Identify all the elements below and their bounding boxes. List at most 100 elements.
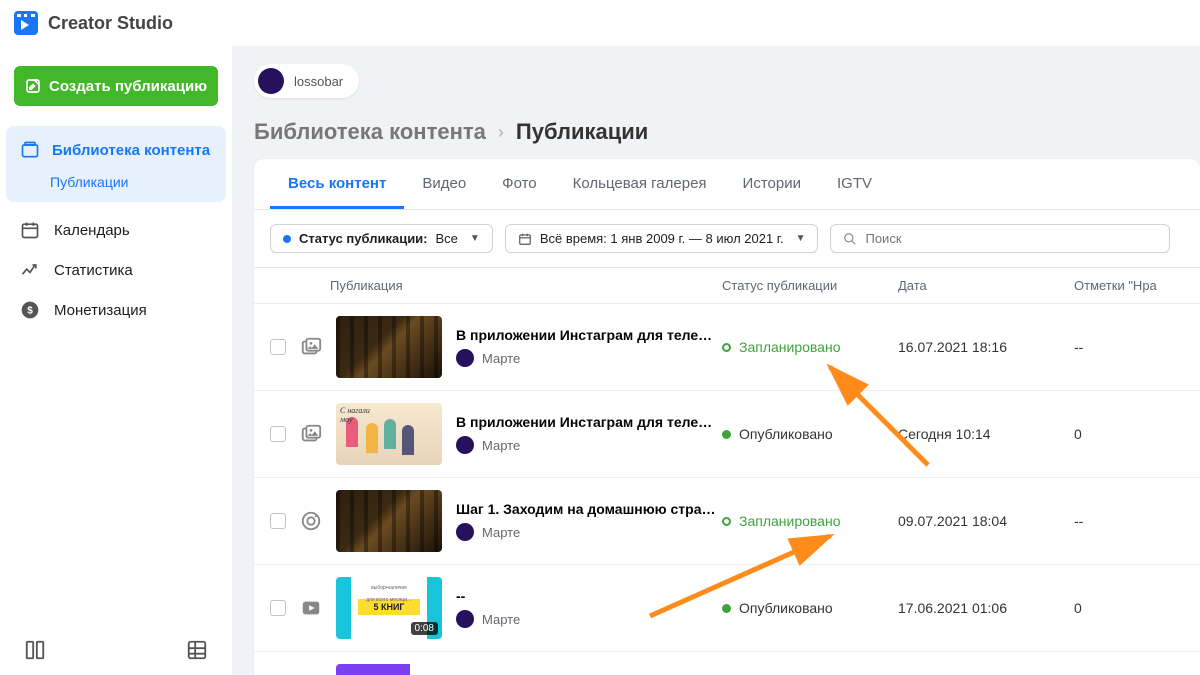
author-name: Марте (482, 351, 520, 366)
sidebar-item-library[interactable]: Библиотека контента Публикации (6, 126, 226, 202)
author-name: Марте (482, 612, 520, 627)
compose-icon (25, 78, 41, 94)
account-selector[interactable]: lossobar (254, 64, 359, 98)
table-row[interactable]: В приложении Инстаграм для телефона и… Ма… (254, 391, 1200, 478)
chevron-down-icon: ▼ (796, 233, 806, 244)
post-date: 17.06.2021 01:06 (898, 600, 1074, 616)
post-date: Сегодня 10:14 (898, 426, 1074, 442)
content-type-icon (300, 423, 322, 445)
post-likes: -- (1074, 339, 1184, 355)
col-likes[interactable]: Отметки "Нра (1074, 278, 1184, 293)
library-icon (20, 140, 40, 160)
tab-video[interactable]: Видео (404, 159, 484, 209)
sidebar-label-stats: Статистика (54, 262, 133, 279)
author-avatar (456, 349, 474, 367)
sidebar-label-monetization: Монетизация (54, 302, 147, 319)
author-name: Марте (482, 525, 520, 540)
status-dot-icon (722, 604, 731, 613)
status-dot-icon (283, 235, 291, 243)
tab-igtv[interactable]: IGTV (819, 159, 890, 209)
breadcrumb: Библиотека контента › Публикации (254, 119, 1200, 145)
monetization-icon: $ (20, 300, 40, 320)
calendar-small-icon (518, 232, 532, 246)
tab-photo[interactable]: Фото (484, 159, 554, 209)
thumbnail[interactable] (336, 664, 442, 675)
status-label: Опубликовано (739, 426, 833, 442)
status-label: Опубликовано (739, 600, 833, 616)
app-title: Creator Studio (48, 13, 173, 34)
svg-text:$: $ (27, 305, 33, 316)
post-title[interactable]: В приложении Инстаграм для телефона и… (456, 414, 722, 430)
sidebar-sub-publications[interactable]: Публикации (6, 170, 226, 192)
calendar-icon (20, 220, 40, 240)
post-date: 09.07.2021 18:04 (898, 513, 1074, 529)
author-avatar (456, 610, 474, 628)
status-dot-icon (722, 343, 731, 352)
table-row[interactable]: В приложении Инстаграм для телефона и… Ма… (254, 304, 1200, 391)
layout-toggle-icon[interactable] (24, 639, 46, 661)
filter-bar: Статус публикации: Все ▼ Всё время: 1 ян… (254, 210, 1200, 268)
author-name: Марте (482, 438, 520, 453)
chevron-down-icon: ▼ (470, 233, 480, 244)
crumb-publications: Публикации (516, 119, 648, 145)
sidebar-item-stats[interactable]: Статистика (0, 250, 232, 290)
stats-icon (20, 260, 40, 280)
create-post-label: Создать публикацию (49, 78, 207, 95)
col-publication[interactable]: Публикация (326, 278, 722, 293)
search-input[interactable] (865, 231, 1157, 246)
thumbnail[interactable] (336, 403, 442, 465)
table-header: Публикация Статус публикации Дата Отметк… (254, 268, 1200, 304)
sidebar: Создать публикацию Библиотека контента П… (0, 46, 232, 675)
row-checkbox[interactable] (270, 513, 286, 529)
thumbnail[interactable] (336, 490, 442, 552)
table-row[interactable]: 0:08 -- Марте Опубликовано 17.06.2021 01:060 (254, 565, 1200, 652)
post-likes: 0 (1074, 600, 1184, 616)
content-type-icon (300, 597, 322, 619)
content-type-icon (300, 510, 322, 532)
col-status[interactable]: Статус публикации (722, 278, 898, 293)
status-label: Запланировано (739, 339, 841, 355)
filter-status[interactable]: Статус публикации: Все ▼ (270, 224, 493, 253)
post-date: 16.07.2021 18:16 (898, 339, 1074, 355)
row-checkbox[interactable] (270, 600, 286, 616)
chevron-right-icon: › (498, 122, 504, 143)
row-checkbox[interactable] (270, 339, 286, 355)
status-dot-icon (722, 430, 731, 439)
crumb-library[interactable]: Библиотека контента (254, 119, 486, 145)
post-likes: 0 (1074, 426, 1184, 442)
top-bar: Creator Studio (0, 0, 1200, 46)
content-tabs: Весь контент Видео Фото Кольцевая галере… (254, 159, 1200, 210)
table-row[interactable]: Опубликовано17.06.2021 01:040 (254, 652, 1200, 675)
account-name: lossobar (294, 74, 343, 89)
video-duration: 0:08 (411, 622, 438, 635)
main-content: lossobar Библиотека контента › Публикаци… (232, 46, 1200, 675)
sidebar-item-monetization[interactable]: $ Монетизация (0, 290, 232, 330)
post-title[interactable]: -- (456, 588, 722, 604)
post-likes: -- (1074, 513, 1184, 529)
thumbnail[interactable] (336, 316, 442, 378)
tab-carousel[interactable]: Кольцевая галерея (555, 159, 725, 209)
table-row[interactable]: Шаг 1. Заходим на домашнюю страницу F… Ма… (254, 478, 1200, 565)
author-avatar (456, 523, 474, 541)
filter-date-range[interactable]: Всё время: 1 янв 2009 г. — 8 июл 2021 г.… (505, 224, 819, 253)
col-date[interactable]: Дата (898, 278, 1074, 293)
creator-studio-logo-icon (14, 11, 38, 35)
status-label: Запланировано (739, 513, 841, 529)
row-checkbox[interactable] (270, 426, 286, 442)
grid-toggle-icon[interactable] (186, 639, 208, 661)
avatar (258, 68, 284, 94)
tab-stories[interactable]: Истории (725, 159, 819, 209)
search-box[interactable] (830, 224, 1170, 253)
content-type-icon (300, 336, 322, 358)
sidebar-item-calendar[interactable]: Календарь (0, 210, 232, 250)
sidebar-label-calendar: Календарь (54, 222, 130, 239)
post-title[interactable]: Шаг 1. Заходим на домашнюю страницу F… (456, 501, 722, 517)
create-post-button[interactable]: Создать публикацию (14, 66, 218, 106)
author-avatar (456, 436, 474, 454)
search-icon (843, 232, 857, 246)
tab-all[interactable]: Весь контент (270, 159, 404, 209)
post-title[interactable]: В приложении Инстаграм для телефона и… (456, 327, 722, 343)
thumbnail[interactable]: 0:08 (336, 577, 442, 639)
status-dot-icon (722, 517, 731, 526)
sidebar-label-library: Библиотека контента (52, 142, 210, 159)
